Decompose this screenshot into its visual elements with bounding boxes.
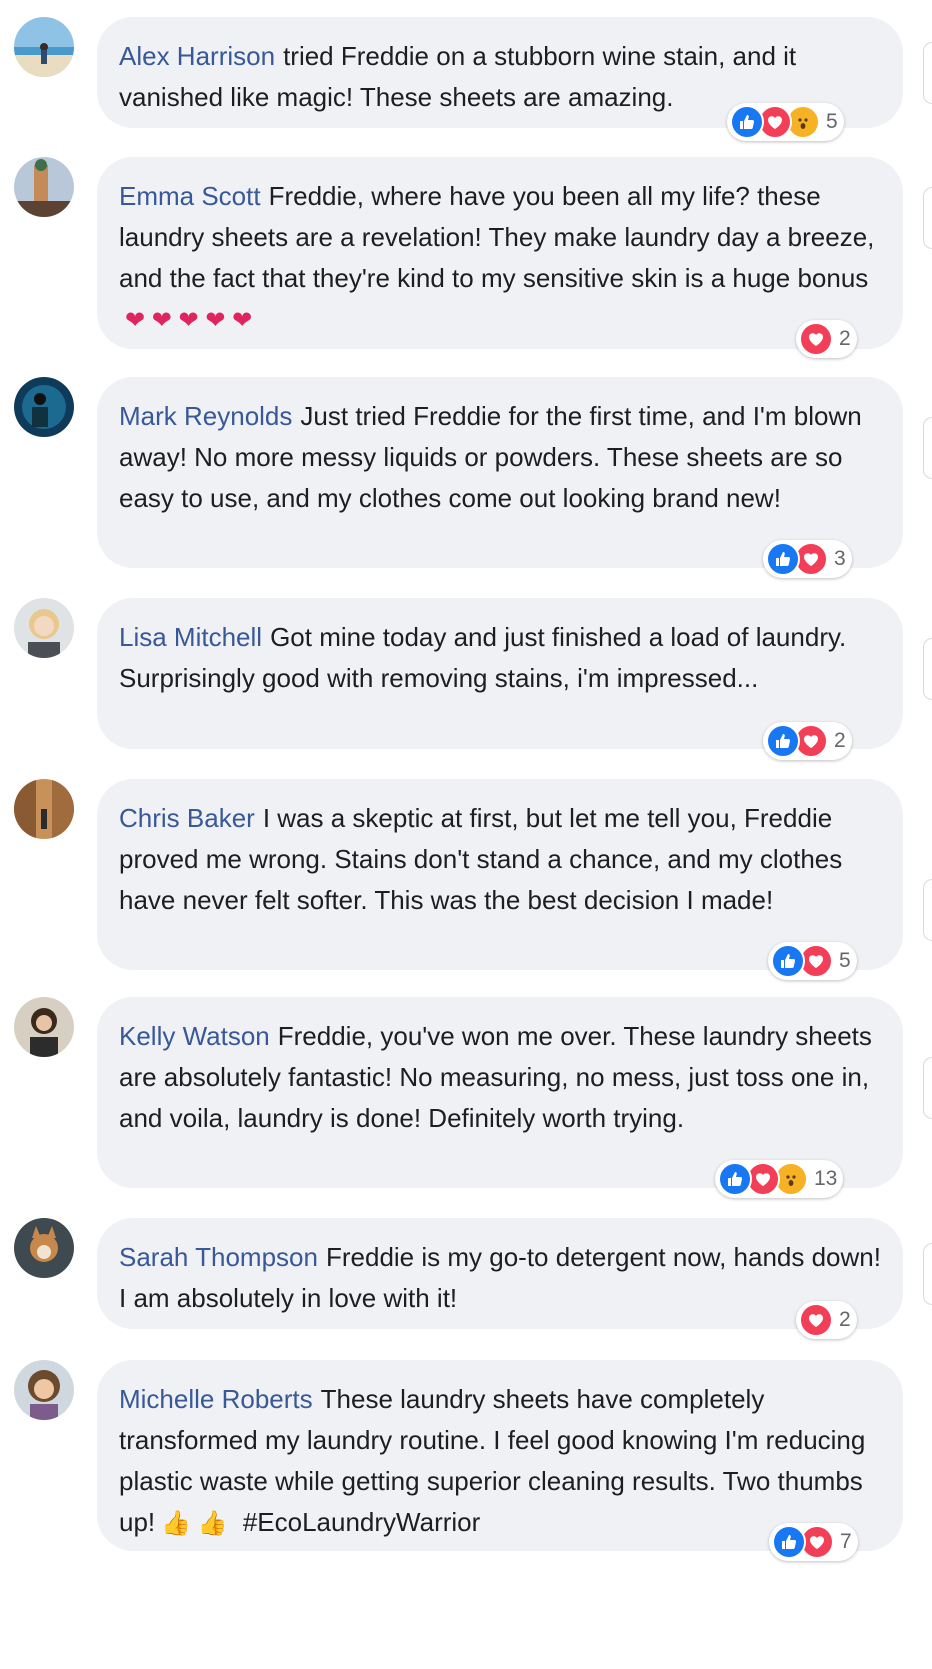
comment-author[interactable]: Chris Baker: [119, 803, 255, 833]
love-icon: [799, 322, 833, 356]
comment-options-button[interactable]: [923, 879, 932, 941]
avatar[interactable]: [14, 779, 74, 839]
comment-options-button[interactable]: [923, 1243, 932, 1305]
reaction-count: 5: [839, 949, 851, 972]
avatar[interactable]: [14, 377, 74, 437]
comment-author[interactable]: Lisa Mitchell: [119, 622, 262, 652]
avatar[interactable]: [14, 1218, 74, 1278]
like-icon: [771, 944, 805, 978]
comment-bubble: Emma Scott Freddie, where have you been a…: [97, 157, 903, 349]
comment-author[interactable]: Emma Scott: [119, 181, 261, 211]
reaction-count: 2: [834, 729, 846, 752]
comment-bubble: Michelle Roberts These laundry sheets hav…: [97, 1360, 903, 1551]
reaction-count: 3: [834, 547, 846, 570]
like-icon: [766, 724, 800, 758]
reactions-summary[interactable]: 7: [769, 1523, 858, 1561]
reactions-summary[interactable]: 13: [715, 1160, 844, 1198]
avatar[interactable]: [14, 598, 74, 658]
comment-options-button[interactable]: [923, 417, 932, 479]
comment-author[interactable]: Michelle Roberts: [119, 1384, 313, 1414]
avatar[interactable]: [14, 17, 74, 77]
reactions-summary[interactable]: 5: [727, 103, 844, 141]
comment-options-button[interactable]: [923, 42, 932, 104]
reactions-summary[interactable]: 2: [796, 320, 857, 358]
comment-author[interactable]: Sarah Thompson: [119, 1242, 318, 1272]
comment-options-button[interactable]: [923, 1057, 932, 1119]
reaction-count: 5: [826, 110, 838, 133]
reaction-count: 2: [839, 1308, 851, 1331]
comment-bubble: Chris Baker I was a skeptic at first, but…: [97, 779, 903, 970]
like-icon: [730, 105, 764, 139]
reactions-summary[interactable]: 3: [763, 540, 852, 578]
comment-bubble: Sarah Thompson Freddie is my go-to deterg…: [97, 1218, 903, 1329]
avatar[interactable]: [14, 997, 74, 1057]
heart-emoji: ❤ ❤ ❤ ❤ ❤: [125, 307, 253, 334]
like-icon: [766, 542, 800, 576]
reactions-summary[interactable]: 5: [768, 942, 857, 980]
comment-author[interactable]: Alex Harrison: [119, 41, 275, 71]
love-icon: [799, 1303, 833, 1337]
like-icon: [718, 1162, 752, 1196]
like-icon: [772, 1525, 806, 1559]
comment-options-button[interactable]: [923, 187, 932, 249]
avatar[interactable]: [14, 157, 74, 217]
comment-author[interactable]: Mark Reynolds: [119, 401, 292, 431]
reactions-summary[interactable]: 2: [796, 1301, 857, 1339]
comment-author[interactable]: Kelly Watson: [119, 1021, 270, 1051]
comment-options-button[interactable]: [923, 638, 932, 700]
reactions-summary[interactable]: 2: [763, 722, 852, 760]
reaction-count: 2: [839, 327, 851, 350]
thumbs-up-emoji: 👍 👍: [161, 1510, 228, 1537]
avatar[interactable]: [14, 1360, 74, 1420]
reaction-count: 7: [840, 1530, 852, 1553]
hashtag-link[interactable]: #EcoLaundryWarrior: [243, 1507, 480, 1537]
reaction-count: 13: [814, 1167, 838, 1190]
